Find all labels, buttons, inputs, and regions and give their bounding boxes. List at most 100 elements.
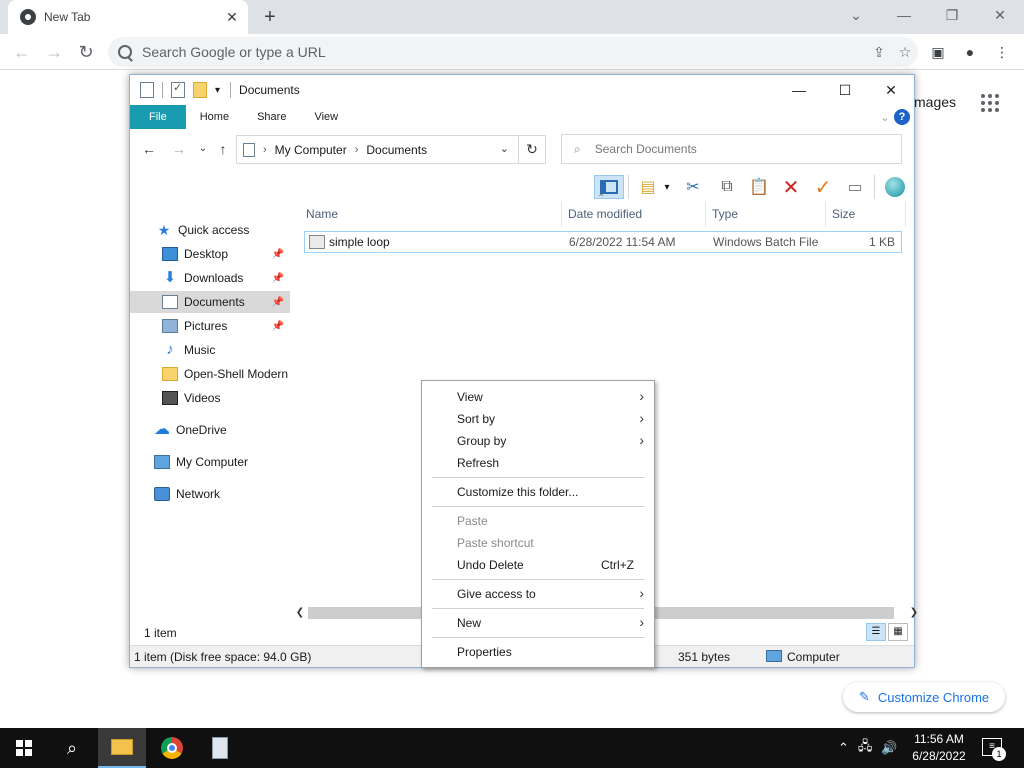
properties-icon[interactable] (140, 82, 154, 98)
reload-icon[interactable]: ↻ (72, 38, 100, 66)
taskbar-notepad[interactable] (196, 728, 244, 768)
tab-close-icon[interactable]: ✕ (222, 7, 242, 27)
delete-icon[interactable]: ✕ (778, 175, 804, 199)
taskbar-chrome[interactable] (148, 728, 196, 768)
column-header-type[interactable]: Type (706, 201, 826, 227)
taskbar-search-button[interactable]: ⌕ (48, 728, 96, 768)
menu-item-new[interactable]: New › (424, 612, 652, 634)
pin-icon[interactable]: 📌 (272, 273, 284, 284)
forward-icon[interactable]: → (40, 38, 68, 66)
forward-arrow-icon[interactable]: → (168, 141, 190, 157)
back-arrow-icon[interactable]: ← (138, 141, 160, 157)
menu-item-properties[interactable]: Properties (424, 641, 652, 663)
menu-item-sort-by[interactable]: Sort by › (424, 408, 652, 430)
taskbar-file-explorer[interactable] (98, 728, 146, 768)
address-dropdown-icon[interactable]: ⌄ (500, 142, 509, 155)
large-icons-view-icon[interactable]: ▦ (888, 623, 908, 641)
status-location: Computer (787, 650, 840, 664)
menu-item-give-access-to[interactable]: Give access to › (424, 583, 652, 605)
explorer-minimize-button[interactable]: — (776, 75, 822, 105)
sidebar-item-downloads[interactable]: ⬇ Downloads 📌 (130, 267, 290, 289)
chrome-menu-icon[interactable]: ⋮ (988, 38, 1016, 66)
new-folder-menu-icon[interactable]: ▤ (635, 175, 661, 199)
address-bar[interactable]: › My Computer › Documents ⌄ (236, 135, 546, 164)
menu-item-undo-delete[interactable]: Undo Delete Ctrl+Z (424, 554, 652, 576)
google-apps-icon[interactable] (981, 94, 999, 112)
search-documents-input[interactable]: ⌕ Search Documents (561, 134, 902, 164)
recent-locations-icon[interactable]: ⌄ (192, 143, 214, 154)
checkbox-icon[interactable] (171, 81, 185, 98)
tab-home[interactable]: Home (186, 105, 243, 129)
new-folder-dropdown-icon[interactable]: ▾ (660, 175, 674, 199)
rename-icon[interactable]: ✓ (810, 175, 836, 199)
volume-icon[interactable]: 🔊 (881, 740, 897, 756)
refresh-icon[interactable]: ↻ (518, 135, 546, 164)
explorer-close-button[interactable]: ✕ (868, 75, 914, 105)
sidebar-item-desktop[interactable]: Desktop 📌 (130, 243, 290, 265)
paste-icon[interactable]: 📋 (746, 175, 772, 199)
tab-share[interactable]: Share (243, 105, 300, 129)
sidebar-item-pictures[interactable]: Pictures 📌 (130, 315, 290, 337)
new-tab-button[interactable]: + (258, 5, 282, 29)
side-panel-icon[interactable]: ▣ (924, 38, 952, 66)
explorer-maximize-button[interactable]: ☐ (822, 75, 868, 105)
images-link[interactable]: mages (914, 94, 956, 110)
network-tray-icon[interactable]: 🖧 (858, 737, 873, 759)
properties-icon[interactable]: ▭ (842, 175, 868, 199)
sidebar-item-quick-access[interactable]: ★ Quick access (130, 219, 290, 241)
cut-icon[interactable]: ✂ (680, 175, 706, 199)
expand-ribbon-icon[interactable]: ⌄ (876, 111, 894, 124)
clock[interactable]: 11:56 AM 6/28/2022 (904, 731, 974, 765)
omnibox[interactable]: Search Google or type a URL ⇪ ☆ (108, 37, 918, 67)
sidebar-item-onedrive[interactable]: ☁ OneDrive (130, 419, 290, 441)
column-header-name[interactable]: Name (300, 201, 562, 227)
menu-item-refresh[interactable]: Refresh (424, 452, 652, 474)
tab-file[interactable]: File (130, 105, 186, 129)
table-row[interactable]: simple loop 6/28/2022 11:54 AM Windows B… (304, 231, 902, 253)
pin-icon[interactable]: 📌 (272, 249, 284, 260)
profile-avatar-icon[interactable]: ● (956, 38, 984, 66)
menu-item-paste[interactable]: Paste (424, 510, 652, 532)
menu-item-view[interactable]: View › (424, 386, 652, 408)
tab-view[interactable]: View (300, 105, 352, 129)
sidebar-item-open-shell-modern[interactable]: Open-Shell Modern (130, 363, 290, 385)
sidebar-item-documents[interactable]: Documents 📌 (130, 291, 290, 313)
new-folder-icon[interactable] (193, 82, 207, 98)
menu-item-group-by[interactable]: Group by › (424, 430, 652, 452)
menu-item-customize-folder[interactable]: Customize this folder... (424, 481, 652, 503)
minimize-button[interactable]: — (880, 0, 928, 30)
share-icon[interactable]: ⇪ (866, 44, 892, 61)
start-button[interactable] (0, 728, 48, 768)
pin-icon[interactable]: 📌 (272, 297, 284, 308)
column-header-size[interactable]: Size (826, 201, 906, 227)
scroll-left-icon[interactable]: ❮ (292, 605, 308, 621)
pin-icon[interactable]: 📌 (272, 321, 284, 332)
sidebar-item-network[interactable]: Network (130, 483, 290, 505)
scroll-right-icon[interactable]: ❯ (906, 605, 922, 621)
sidebar-item-music[interactable]: ♪ Music (130, 339, 290, 361)
tab-search-icon[interactable]: ⌄ (832, 0, 880, 30)
file-date: 6/28/2022 11:54 AM (569, 235, 676, 249)
tab-new-tab[interactable]: New Tab ✕ (8, 0, 248, 34)
sidebar-item-label: Network (176, 487, 221, 501)
restore-button[interactable]: ❐ (928, 0, 976, 30)
help-icon[interactable]: ? (894, 109, 910, 125)
copy-icon[interactable]: ⧉ (714, 175, 740, 199)
sidebar-item-my-computer[interactable]: My Computer (130, 451, 290, 473)
show-hidden-icons-icon[interactable]: ⌃ (838, 740, 849, 756)
breadcrumb-my-computer[interactable]: My Computer (275, 143, 347, 157)
sidebar-item-videos[interactable]: Videos (130, 387, 290, 409)
up-arrow-icon[interactable]: ↑ (212, 141, 234, 157)
bookmark-star-icon[interactable]: ☆ (892, 44, 918, 61)
back-icon[interactable]: ← (8, 38, 36, 66)
internet-options-icon[interactable] (882, 175, 908, 199)
breadcrumb-documents[interactable]: Documents (366, 143, 427, 157)
windows-logo-icon (16, 740, 32, 756)
menu-item-paste-shortcut[interactable]: Paste shortcut (424, 532, 652, 554)
customize-chrome-button[interactable]: ✎ Customize Chrome (843, 682, 1006, 712)
quick-access-dropdown-icon[interactable]: ▾ (215, 85, 220, 96)
column-header-date-modified[interactable]: Date modified (562, 201, 706, 227)
close-button[interactable]: ✕ (976, 0, 1024, 30)
details-view-icon[interactable]: ☰ (866, 623, 886, 641)
menu-item-label: Undo Delete (457, 558, 524, 572)
